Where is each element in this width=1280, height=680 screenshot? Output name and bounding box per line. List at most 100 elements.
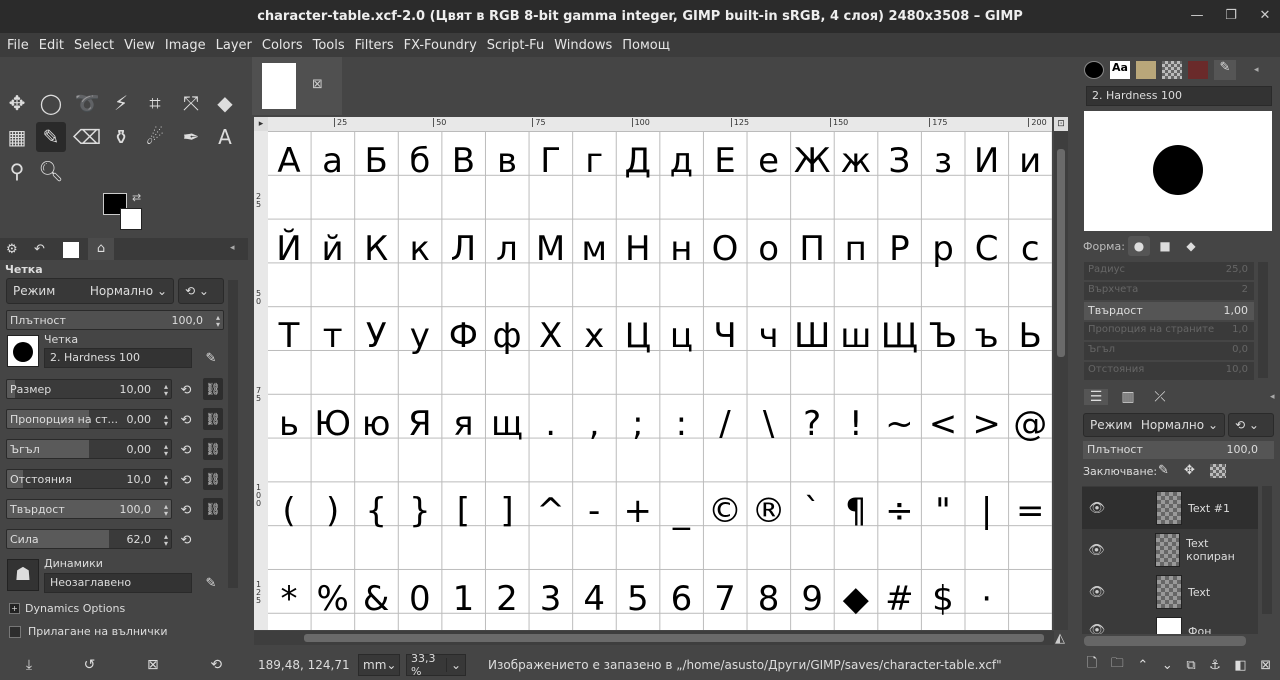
- menu-image[interactable]: Image: [160, 38, 211, 53]
- new-group-icon[interactable]: 🗀︎: [1111, 654, 1124, 676]
- mode-reset-button[interactable]: ⟲ ⌄: [178, 278, 224, 304]
- layer-row[interactable]: 👁︎ Text: [1082, 571, 1258, 613]
- swap-colors-icon[interactable]: ⇄: [132, 191, 141, 204]
- text-tool-icon[interactable]: A: [210, 122, 240, 152]
- zoom-icon[interactable]: 🔍︎: [36, 156, 66, 186]
- aspect-slider[interactable]: Пропорция на ст... 0,00 ▴ ▾: [6, 409, 172, 429]
- edit-brush-icon[interactable]: ✎: [201, 348, 221, 368]
- menu-file[interactable]: File: [2, 38, 34, 53]
- lower-layer-icon[interactable]: ⌄: [1162, 658, 1173, 673]
- lock-pixels-icon[interactable]: ✎: [1158, 463, 1169, 478]
- lock-alpha-icon[interactable]: [1210, 464, 1226, 478]
- shape-diamond-icon[interactable]: ◆: [1182, 236, 1200, 256]
- palettes-tab-icon[interactable]: [1188, 61, 1208, 79]
- menu-filters[interactable]: Filters: [350, 38, 399, 53]
- spin-icon[interactable]: ▴ ▾: [164, 473, 168, 488]
- radius-slider[interactable]: Радиус 25,0: [1084, 262, 1254, 280]
- jitter-checkbox[interactable]: [9, 626, 21, 638]
- hardness-slider[interactable]: Твърдост 100,0 ▴ ▾: [6, 499, 172, 519]
- link-spacing-icon[interactable]: ⛓: [203, 468, 223, 490]
- move-tool-icon[interactable]: ✥: [2, 88, 32, 118]
- spin-icon[interactable]: ▴ ▾: [216, 314, 220, 329]
- eye-icon[interactable]: 👁︎: [1082, 623, 1112, 634]
- menu-colors[interactable]: Colors: [257, 38, 308, 53]
- menu-view[interactable]: View: [119, 38, 160, 53]
- undo-history-tab-icon[interactable]: ↶: [34, 242, 45, 257]
- gradients-tab-icon[interactable]: [1162, 61, 1182, 79]
- reset-options-icon[interactable]: ⟲: [210, 657, 222, 673]
- device-status-tab-icon[interactable]: ⚙: [6, 242, 18, 257]
- eye-icon[interactable]: 👁︎: [1082, 501, 1112, 516]
- smudge-icon[interactable]: ☄: [140, 122, 170, 152]
- brush-angle-slider[interactable]: Ъгъл 0,0: [1084, 342, 1254, 360]
- link-size-icon[interactable]: ⛓: [203, 378, 223, 400]
- new-layer-icon[interactable]: 🗋︎: [1087, 654, 1097, 676]
- image-tab[interactable]: ⊠: [252, 57, 342, 115]
- horizontal-scroll-thumb[interactable]: [304, 634, 1044, 642]
- bucket-fill-icon[interactable]: ◆: [210, 88, 240, 118]
- angle-slider[interactable]: Ъгъл 0,00 ▴ ▾: [6, 439, 172, 459]
- shape-square-icon[interactable]: ■: [1156, 236, 1174, 256]
- zoom-to-fit-icon[interactable]: ⊡: [1054, 117, 1068, 131]
- unit-select[interactable]: mm ⌄: [358, 654, 400, 676]
- link-angle-icon[interactable]: ⛓: [203, 438, 223, 460]
- layer-row[interactable]: 👁︎ Text копиран: [1082, 529, 1258, 571]
- maximize-icon[interactable]: ❐: [1224, 8, 1238, 23]
- menu-fx-foundry[interactable]: FX-Foundry: [399, 38, 482, 53]
- tool-options-scrollbar[interactable]: [228, 280, 238, 588]
- spacing-slider[interactable]: Отстояния 10,0 ▴ ▾: [6, 469, 172, 489]
- gradient-icon[interactable]: ▦: [2, 122, 32, 152]
- link-aspect-icon[interactable]: ⛓: [203, 408, 223, 430]
- layer-row[interactable]: 👁︎ Text #1: [1082, 487, 1258, 529]
- paint-dynamics-tab-icon[interactable]: ✎: [1214, 60, 1236, 80]
- dynamics-preview-icon[interactable]: ☗: [7, 559, 39, 591]
- layers-hscrollbar[interactable]: [1084, 636, 1246, 646]
- panel-menu-icon[interactable]: ◂: [230, 243, 235, 253]
- color-picker-icon[interactable]: ⚲: [2, 156, 32, 186]
- delete-options-icon[interactable]: ⊠: [147, 657, 159, 673]
- reset-spacing-icon[interactable]: ⟲: [176, 470, 196, 490]
- restore-options-icon[interactable]: ↺: [84, 657, 96, 673]
- menu-script-fu[interactable]: Script-Fu: [482, 38, 549, 53]
- mask-icon[interactable]: ◧: [1234, 658, 1246, 673]
- brush-editor-scrollbar[interactable]: [1258, 262, 1268, 378]
- brush-editor-name[interactable]: 2. Hardness 100: [1086, 86, 1272, 106]
- tool-options-tab-icon[interactable]: ⌂: [88, 238, 114, 260]
- ellipse-select-icon[interactable]: ◯: [36, 88, 66, 118]
- background-color-swatch[interactable]: [120, 208, 142, 230]
- paintbrush-icon[interactable]: ✎: [36, 122, 66, 152]
- close-tab-icon[interactable]: ⊠: [312, 77, 323, 92]
- zoom-select[interactable]: 33,3 % ⌄: [406, 652, 466, 678]
- brush-aspect-slider[interactable]: Пропорция на страните 1,0: [1084, 322, 1254, 340]
- brush-preview-button[interactable]: [7, 335, 39, 367]
- layers-panel-menu-icon[interactable]: ◂: [1270, 392, 1275, 402]
- close-icon[interactable]: ✕: [1258, 8, 1272, 23]
- layers-scrollbar[interactable]: [1262, 486, 1272, 614]
- navigate-icon[interactable]: ◭: [1055, 631, 1065, 646]
- horizontal-scrollbar[interactable]: [254, 631, 1054, 645]
- delete-layer-icon[interactable]: ⊠: [1260, 658, 1271, 673]
- brush-spacing-slider[interactable]: Отстояния 10,0: [1084, 362, 1254, 380]
- fuzzy-select-icon[interactable]: ⚡: [106, 88, 136, 118]
- size-slider[interactable]: Размер 10,00 ▴ ▾: [6, 379, 172, 399]
- minimize-icon[interactable]: —: [1190, 8, 1204, 23]
- eye-icon[interactable]: 👁︎: [1082, 543, 1111, 558]
- save-options-icon[interactable]: ⤓: [26, 657, 32, 673]
- menu-select[interactable]: Select: [69, 38, 119, 53]
- layer-opacity-slider[interactable]: Плътност 100,0: [1083, 441, 1274, 459]
- force-slider[interactable]: Сила 62,0 ▴ ▾: [6, 529, 172, 549]
- menu-windows[interactable]: Windows: [549, 38, 617, 53]
- spin-icon[interactable]: ▴ ▾: [164, 533, 168, 548]
- brush-name-field[interactable]: 2. Hardness 100: [44, 348, 192, 368]
- shape-circle-icon[interactable]: ●: [1128, 236, 1150, 256]
- dynamics-options-expander[interactable]: +: [9, 603, 20, 614]
- eye-icon[interactable]: 👁︎: [1082, 585, 1112, 600]
- menu-tools[interactable]: Tools: [308, 38, 350, 53]
- crop-icon[interactable]: ⌗: [140, 88, 170, 118]
- vertical-scroll-thumb[interactable]: [1057, 149, 1065, 357]
- menu-layer[interactable]: Layer: [211, 38, 257, 53]
- quick-mask-corner-icon[interactable]: ▸: [254, 117, 268, 131]
- layer-mode-reset-button[interactable]: ⟲ ⌄: [1228, 413, 1274, 437]
- layer-row[interactable]: 👁︎ Фон: [1082, 613, 1258, 634]
- reset-size-icon[interactable]: ⟲: [176, 380, 196, 400]
